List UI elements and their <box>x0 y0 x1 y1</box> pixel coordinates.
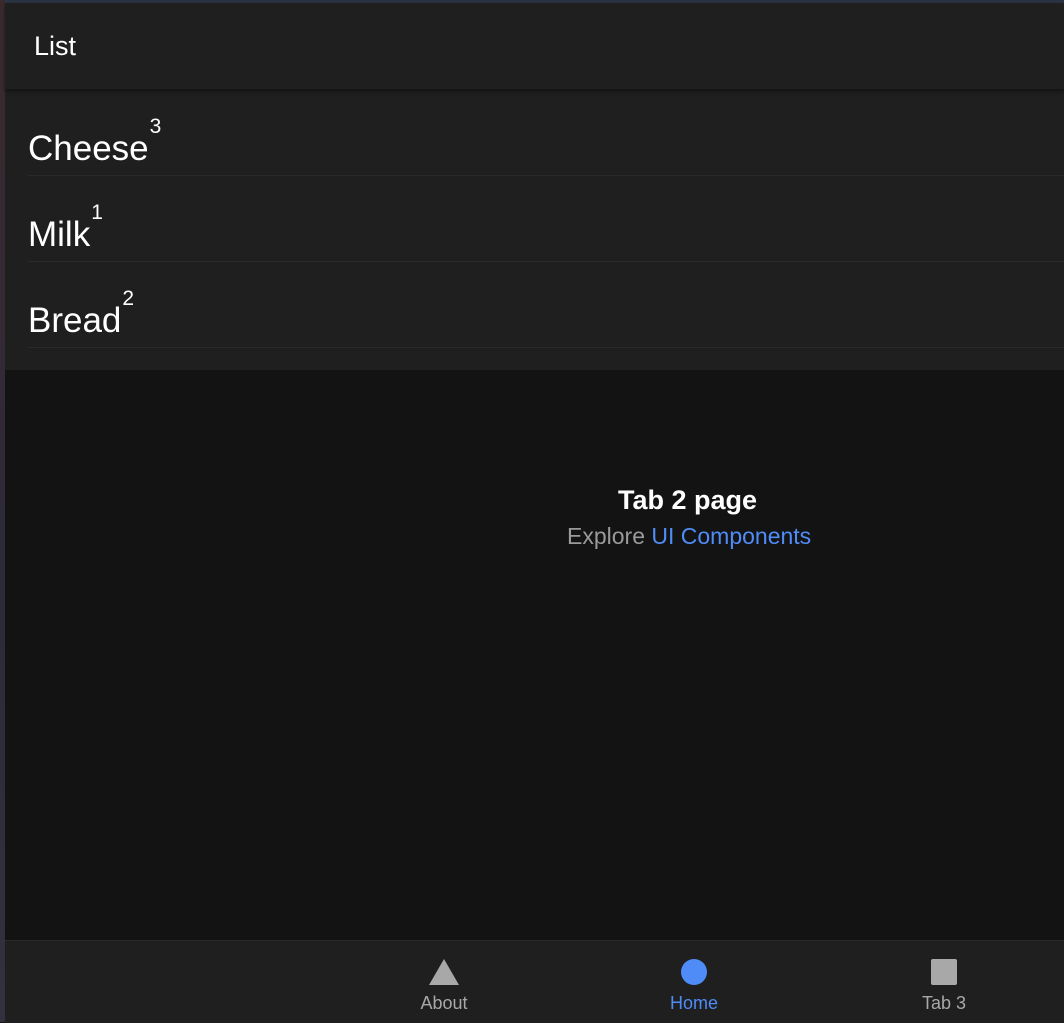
content-title: Tab 2 page <box>618 485 758 515</box>
item-name: Cheese <box>28 129 149 168</box>
item-count: 3 <box>149 115 162 139</box>
ui-components-link[interactable]: UI Components <box>651 523 811 549</box>
square-icon <box>930 958 958 991</box>
item-count: 1 <box>91 201 103 225</box>
page-title: List <box>34 31 77 61</box>
tab-about[interactable]: About <box>384 941 504 1023</box>
tab-label: About <box>420 993 468 1013</box>
item-name: Bread <box>28 301 122 340</box>
triangle-icon <box>428 958 460 991</box>
circle-icon <box>680 958 708 991</box>
item-name: Milk <box>28 215 91 254</box>
list-item-label: Milk1 <box>28 201 103 255</box>
list-item-milk[interactable]: Milk1 <box>28 175 1064 262</box>
tab-3[interactable]: Tab 3 <box>884 941 1004 1023</box>
content-subtitle: Explore UI Components <box>567 523 811 550</box>
list-item-label: Bread2 <box>28 287 134 341</box>
item-list: Cheese3 Milk1 Bread2 <box>5 89 1064 370</box>
app-container: List Cheese3 Milk1 Bread2 Tab 2 page Exp… <box>5 3 1064 1023</box>
tab-label: Home <box>669 993 718 1013</box>
list-item-label: Cheese3 <box>28 115 161 169</box>
tab-label: Tab 3 <box>921 993 967 1013</box>
list-item-bread[interactable]: Bread2 <box>28 261 1064 348</box>
tab-home[interactable]: Home <box>634 941 754 1023</box>
explore-container: Tab 2 page Explore UI Components <box>5 370 1064 940</box>
explore-text: Explore <box>567 523 645 549</box>
toolbar-header: List <box>5 3 1064 89</box>
list-item-cheese[interactable]: Cheese3 <box>28 89 1064 176</box>
tab-bar: About Home Tab 3 <box>5 940 1064 1023</box>
item-count: 2 <box>122 287 135 311</box>
